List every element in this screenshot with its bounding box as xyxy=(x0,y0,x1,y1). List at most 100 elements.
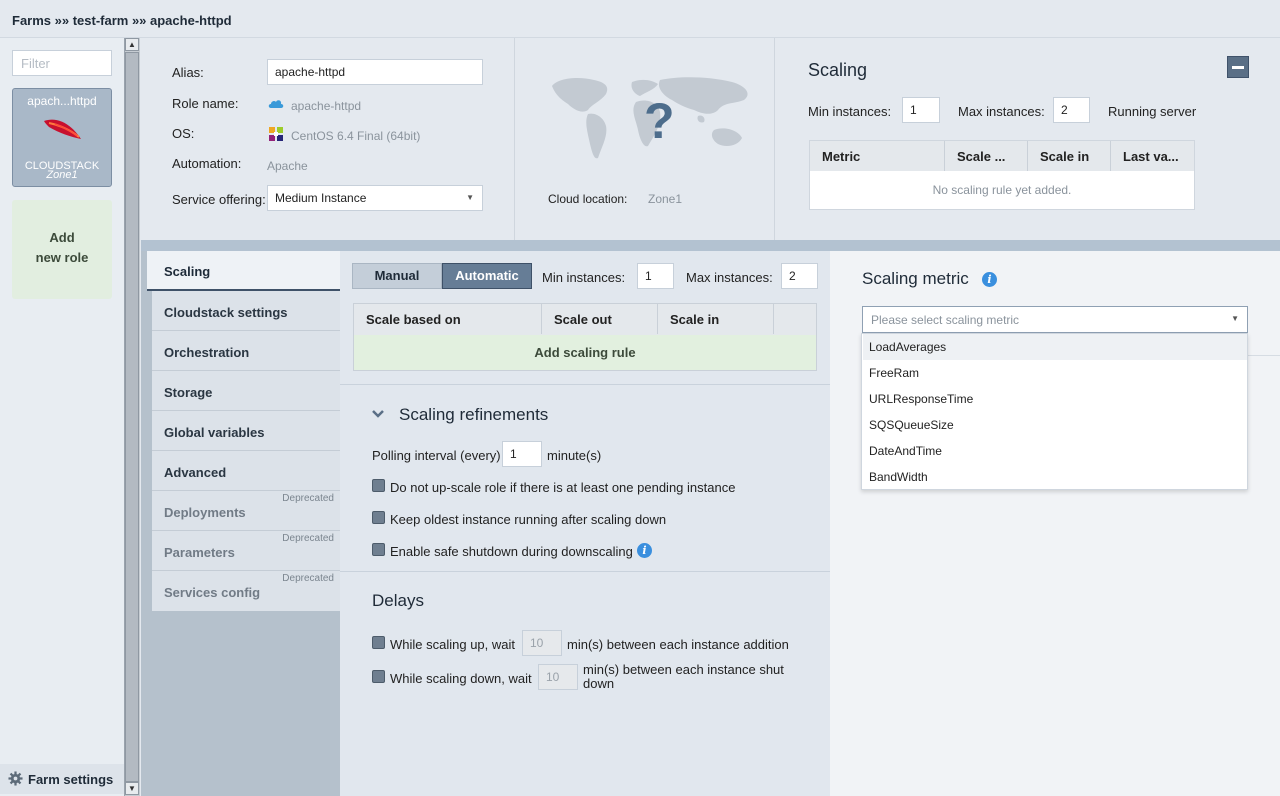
delay-up-input[interactable]: 10 xyxy=(522,630,562,656)
delay-down-label: While scaling down, wait xyxy=(390,671,532,686)
deprecated-badge: Deprecated xyxy=(282,493,334,504)
add-new-role-button[interactable]: Add new role xyxy=(12,200,112,299)
nav-item-storage[interactable]: Storage xyxy=(152,371,340,411)
scaling-summary-title: Scaling xyxy=(808,60,868,80)
add-role-label-line1: Add xyxy=(49,230,75,245)
delay-down-checkbox[interactable] xyxy=(372,670,385,683)
column-header-scale-out[interactable]: Scale ... xyxy=(945,141,1028,171)
info-icon[interactable]: i xyxy=(637,543,652,558)
service-offering-select[interactable]: Medium Instance ▼ xyxy=(267,185,483,211)
farm-settings-button[interactable]: Farm settings xyxy=(0,764,124,794)
scaling-metric-title: Scaling metric xyxy=(862,269,969,288)
apache-feather-icon xyxy=(44,119,81,139)
nav-item-parameters[interactable]: Parameters Deprecated xyxy=(152,531,340,571)
min-instances-input[interactable]: 1 xyxy=(637,263,674,289)
manual-toggle-button[interactable]: Manual xyxy=(352,263,442,289)
summary-rules-table: Metric Scale ... Scale in Last va... No … xyxy=(809,140,1195,210)
add-scaling-rule-button[interactable]: Add scaling rule xyxy=(354,335,816,370)
polling-interval-input[interactable]: 1 xyxy=(502,441,542,467)
role-card-zone: Zone1 xyxy=(46,169,78,181)
nav-item-deployments[interactable]: Deployments Deprecated xyxy=(152,491,340,531)
scroll-down-arrow-icon[interactable]: ▼ xyxy=(125,782,139,795)
os-value: CentOS 6.4 Final (64bit) xyxy=(291,129,421,143)
dropdown-option-freeram[interactable]: FreeRam xyxy=(863,360,1247,386)
nav-item-scaling[interactable]: Scaling xyxy=(147,251,340,291)
alias-input[interactable]: apache-httpd xyxy=(267,59,483,85)
keep-oldest-checkbox[interactable] xyxy=(372,511,385,524)
column-header-scale-out[interactable]: Scale out xyxy=(542,304,658,334)
world-map-icon: ? xyxy=(552,77,748,159)
summary-min-label: Min instances: xyxy=(808,104,892,119)
scaling-metric-select[interactable]: Please select scaling metric ▼ xyxy=(862,306,1248,333)
farm-settings-label: Farm settings xyxy=(28,772,114,787)
scaling-refinements-title[interactable]: Scaling refinements xyxy=(399,405,548,425)
safe-shutdown-checkbox[interactable] xyxy=(372,543,385,556)
chevron-down-icon[interactable] xyxy=(372,409,384,419)
cloud-icon xyxy=(268,100,284,108)
divider xyxy=(514,38,515,240)
empty-table-message: No scaling rule yet added. xyxy=(932,183,1072,197)
deprecated-badge: Deprecated xyxy=(282,573,334,584)
collapse-button[interactable] xyxy=(1227,56,1249,78)
scrollbar-thumb[interactable] xyxy=(125,52,139,782)
chevron-down-icon: ▼ xyxy=(1231,314,1239,323)
dropdown-option-loadaverages[interactable]: LoadAverages xyxy=(863,334,1247,360)
delay-up-label: While scaling up, wait xyxy=(390,637,515,652)
role-card[interactable]: apach...httpd CLOUDSTACK Zone1 xyxy=(12,88,112,187)
scroll-up-arrow-icon[interactable]: ▲ xyxy=(125,38,139,51)
min-instances-label: Min instances: xyxy=(542,270,626,285)
section-divider xyxy=(141,240,1280,251)
pending-instance-checkbox[interactable] xyxy=(372,479,385,492)
dropdown-option-bandwidth[interactable]: BandWidth xyxy=(863,464,1247,490)
automation-value: Apache xyxy=(267,159,308,173)
info-icon[interactable]: i xyxy=(982,272,997,287)
nav-item-label: Orchestration xyxy=(164,345,250,360)
nav-item-orchestration[interactable]: Orchestration xyxy=(152,331,340,371)
role-name-label: Role name: xyxy=(172,96,239,111)
scaling-metric-placeholder: Please select scaling metric xyxy=(871,313,1020,327)
max-instances-label: Max instances: xyxy=(686,270,773,285)
centos-icon xyxy=(269,127,283,141)
running-servers-label: Running servers xyxy=(1108,104,1196,119)
dropdown-option-urlresponsetime[interactable]: URLResponseTime xyxy=(863,386,1247,412)
nav-item-label: Advanced xyxy=(164,465,227,480)
gear-icon xyxy=(8,771,23,786)
scaling-rules-table: Scale based on Scale out Scale in Add sc… xyxy=(353,303,817,371)
service-offering-label: Service offering: xyxy=(172,192,266,207)
delays-title: Delays xyxy=(372,591,424,610)
dropdown-option-dateandtime[interactable]: DateAndTime xyxy=(863,438,1247,464)
chevron-down-icon: ▼ xyxy=(466,193,474,202)
column-header-metric[interactable]: Metric xyxy=(810,141,945,171)
nav-item-label: Services config xyxy=(164,585,261,600)
os-label: OS: xyxy=(172,126,195,141)
max-instances-input[interactable]: 2 xyxy=(781,263,818,289)
nav-item-global-variables[interactable]: Global variables xyxy=(152,411,340,451)
dropdown-option-sqsqueuesize[interactable]: SQSQueueSize xyxy=(863,412,1247,438)
deprecated-badge: Deprecated xyxy=(282,533,334,544)
filter-input[interactable] xyxy=(12,50,112,76)
nav-item-services-config[interactable]: Services config Deprecated xyxy=(152,571,340,611)
nav-item-label: Deployments xyxy=(164,505,246,520)
keep-oldest-label: Keep oldest instance running after scali… xyxy=(390,512,667,527)
automatic-toggle-button[interactable]: Automatic xyxy=(442,263,532,289)
add-role-label-line2: new role xyxy=(35,250,89,265)
scaling-metric-dropdown: LoadAverages FreeRam URLResponseTime SQS… xyxy=(861,333,1248,490)
column-header-scale-based-on[interactable]: Scale based on xyxy=(354,304,542,334)
pending-instance-label: Do not up-scale role if there is at leas… xyxy=(390,480,736,495)
column-header-scale-in[interactable]: Scale in xyxy=(1028,141,1111,171)
settings-nav: Scaling Cloudstack settings Orchestratio… xyxy=(141,251,340,796)
breadcrumb[interactable]: Farms »» test-farm »» apache-httpd xyxy=(12,13,232,28)
summary-max-input[interactable]: 2 xyxy=(1053,97,1090,123)
divider xyxy=(340,571,830,572)
delay-up-checkbox[interactable] xyxy=(372,636,385,649)
summary-min-input[interactable]: 1 xyxy=(902,97,940,123)
service-offering-value: Medium Instance xyxy=(275,191,367,205)
column-header-last-value[interactable]: Last va... xyxy=(1111,141,1194,171)
delay-up-suffix: min(s) between each instance addition xyxy=(567,637,789,652)
automation-label: Automation: xyxy=(172,156,242,171)
column-header-scale-in[interactable]: Scale in xyxy=(658,304,774,334)
minus-icon xyxy=(1232,66,1244,69)
nav-item-cloudstack-settings[interactable]: Cloudstack settings xyxy=(152,291,340,331)
delay-down-input[interactable]: 10 xyxy=(538,664,578,690)
nav-item-advanced[interactable]: Advanced xyxy=(152,451,340,491)
